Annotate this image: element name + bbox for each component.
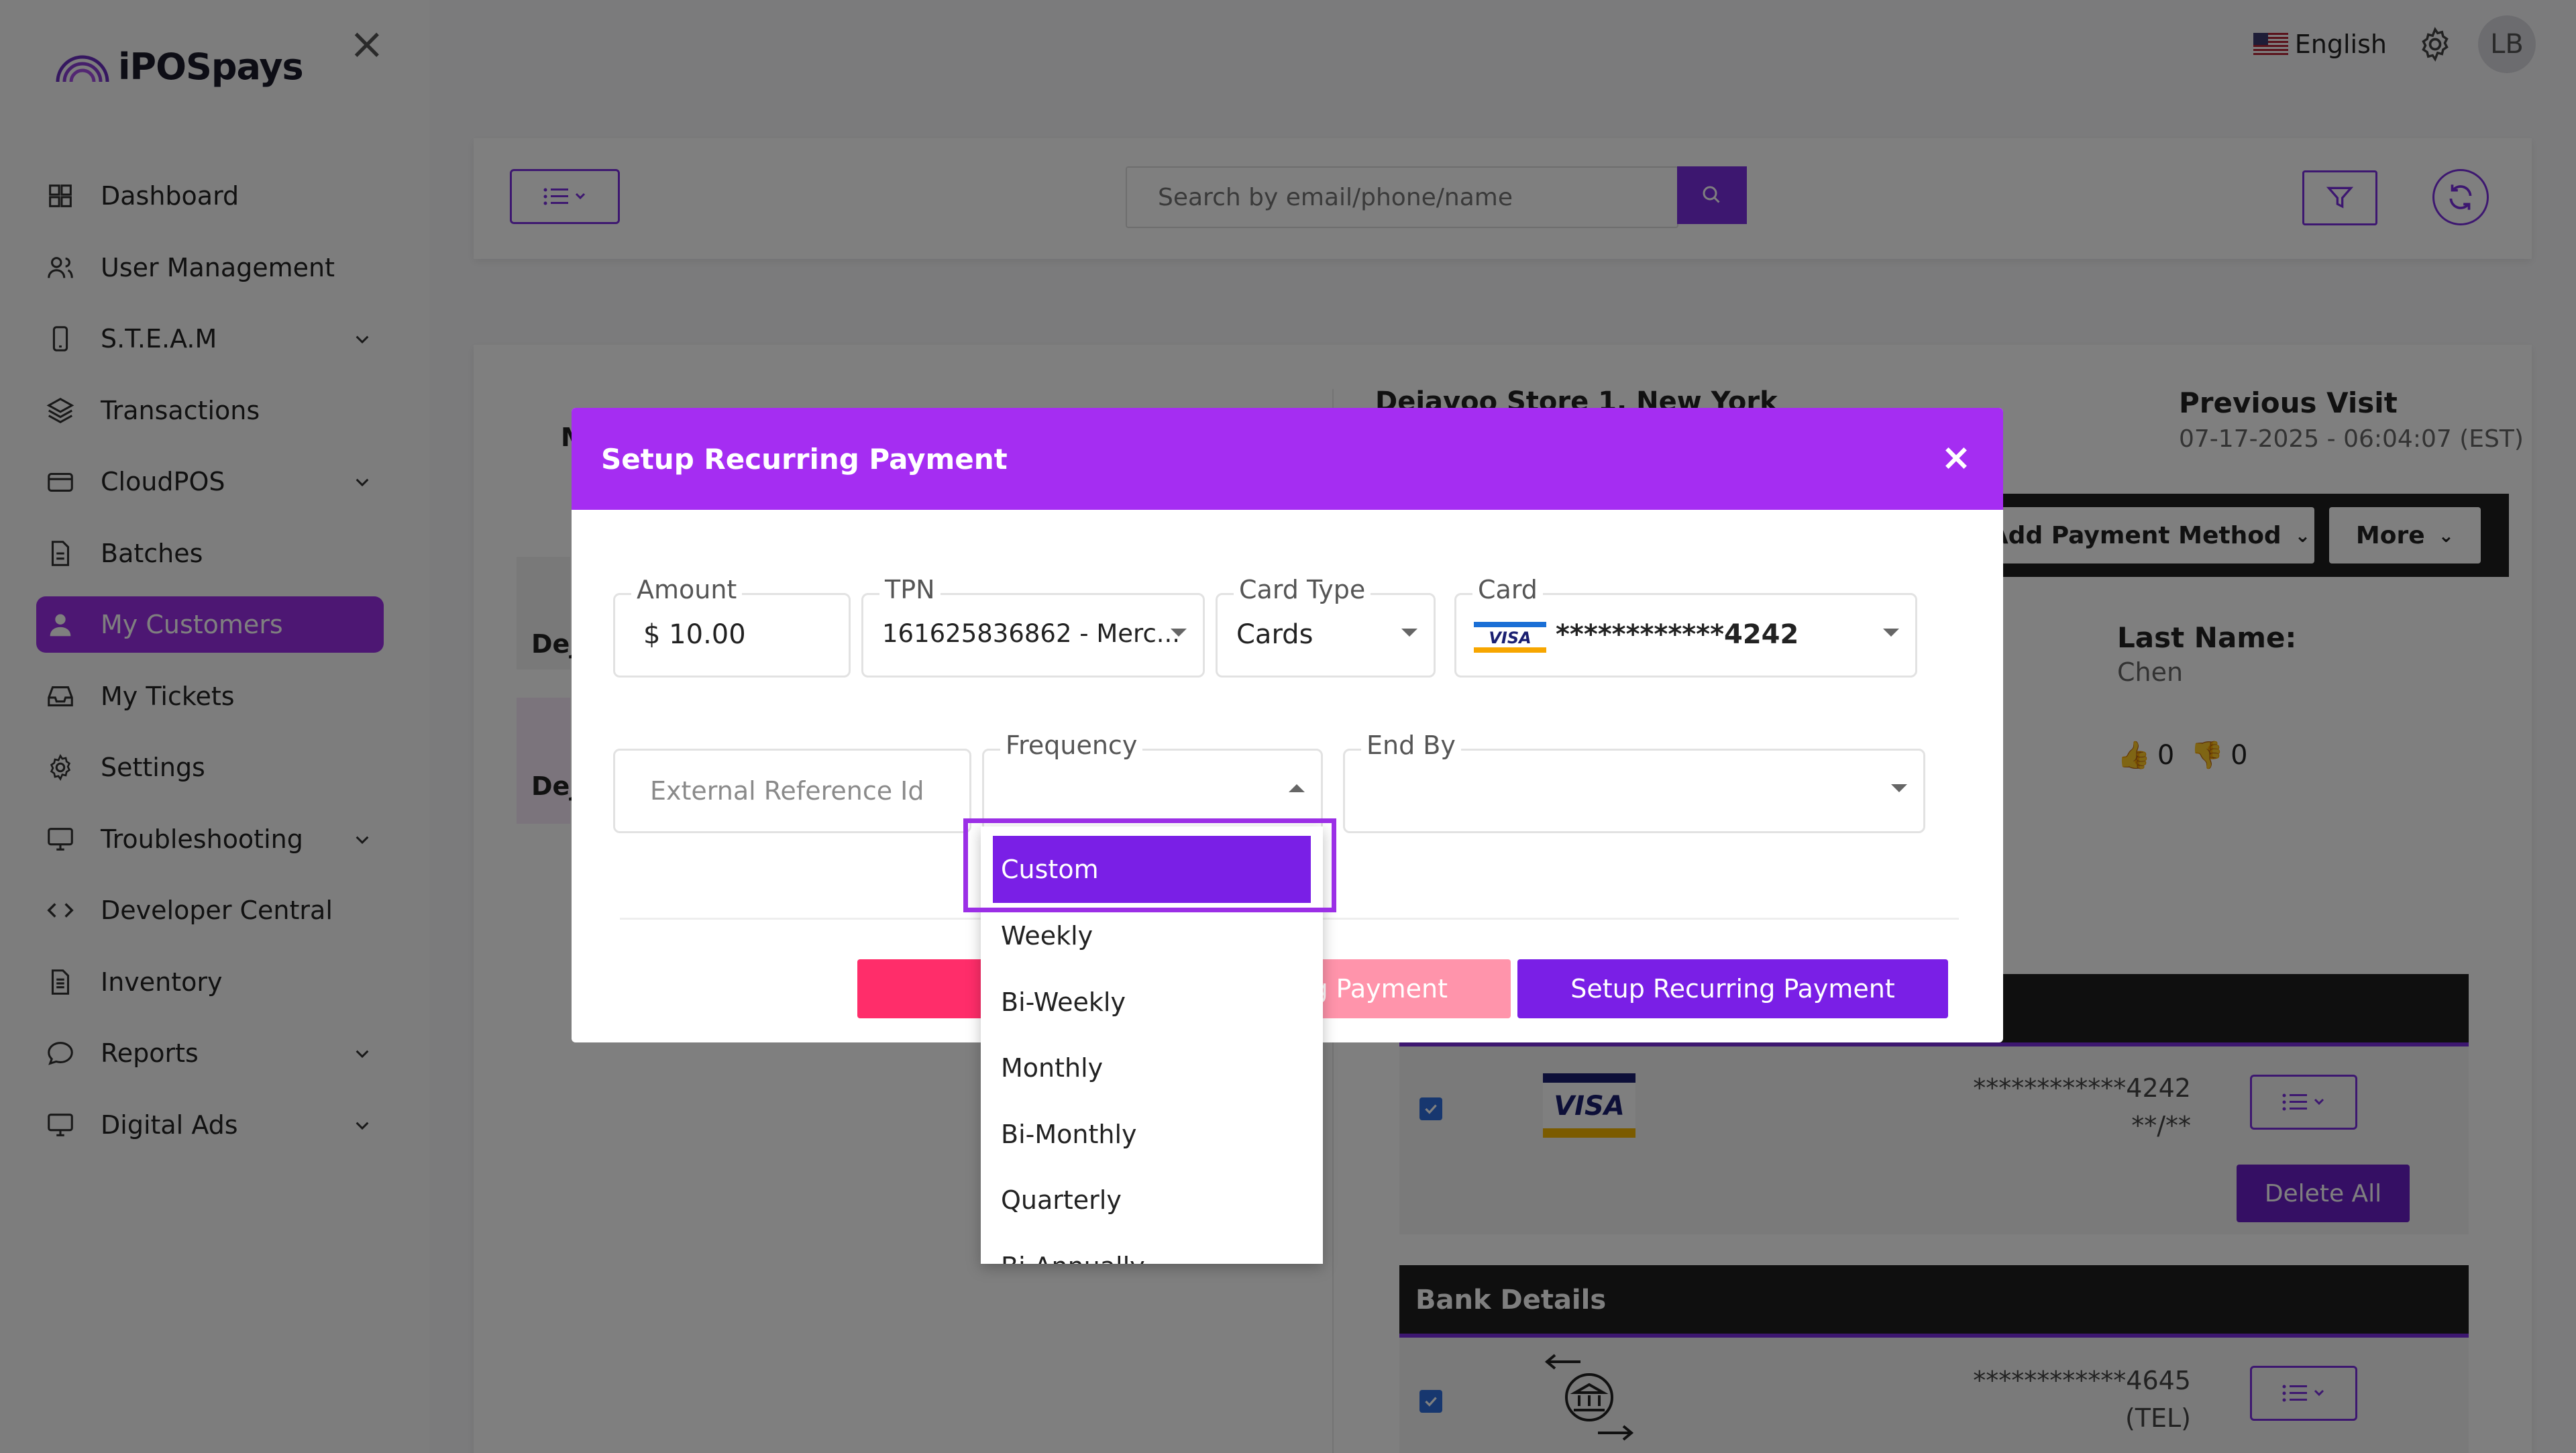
- caret-up-icon: [1289, 784, 1305, 792]
- card-type-label: Card Type: [1234, 575, 1371, 604]
- setup-recurring-payment-button[interactable]: Setup Recurring Payment: [1517, 959, 1948, 1018]
- frequency-option-bi-weekly[interactable]: Bi-Weekly: [981, 969, 1323, 1036]
- card-type-value: Cards: [1236, 619, 1313, 650]
- external-reference-placeholder: External Reference Id: [650, 776, 924, 806]
- modal-header: Setup Recurring Payment ×: [572, 408, 2003, 510]
- frequency-option-weekly[interactable]: Weekly: [981, 903, 1323, 969]
- amount-field[interactable]: Amount $ 10.00: [613, 575, 851, 678]
- card-value: ************4242: [1556, 619, 1799, 650]
- end-by-label: End By: [1361, 731, 1461, 760]
- card-select[interactable]: Card VISA ************4242: [1454, 575, 1917, 678]
- amount-value: $ 10.00: [643, 619, 746, 650]
- modal-title: Setup Recurring Payment: [601, 442, 1008, 476]
- frequency-label: Frequency: [1000, 731, 1143, 760]
- caret-down-icon: [1401, 629, 1417, 637]
- amount-label: Amount: [631, 575, 743, 604]
- caret-down-icon: [1171, 629, 1187, 637]
- visa-card-icon: VISA: [1474, 622, 1546, 653]
- caret-down-icon: [1891, 784, 1907, 792]
- external-reference-input[interactable]: External Reference Id: [613, 749, 971, 833]
- selected-option-highlight: [963, 818, 1336, 912]
- caret-down-icon: [1883, 629, 1899, 637]
- tpn-select[interactable]: TPN 161625836862 - Merc...: [861, 575, 1205, 678]
- tpn-label: TPN: [879, 575, 941, 604]
- frequency-option-quarterly[interactable]: Quarterly: [981, 1167, 1323, 1234]
- svg-text:VISA: VISA: [1489, 629, 1531, 647]
- end-by-select[interactable]: End By: [1343, 731, 1925, 833]
- frequency-option-monthly[interactable]: Monthly: [981, 1035, 1323, 1101]
- frequency-option-bi-annually[interactable]: Bi-Annually: [981, 1234, 1323, 1264]
- tpn-value: 161625836862 - Merc...: [882, 619, 1181, 648]
- card-label: Card: [1472, 575, 1543, 604]
- close-icon[interactable]: ×: [1939, 439, 1974, 476]
- card-type-select[interactable]: Card Type Cards: [1216, 575, 1436, 678]
- frequency-option-bi-monthly[interactable]: Bi-Monthly: [981, 1101, 1323, 1168]
